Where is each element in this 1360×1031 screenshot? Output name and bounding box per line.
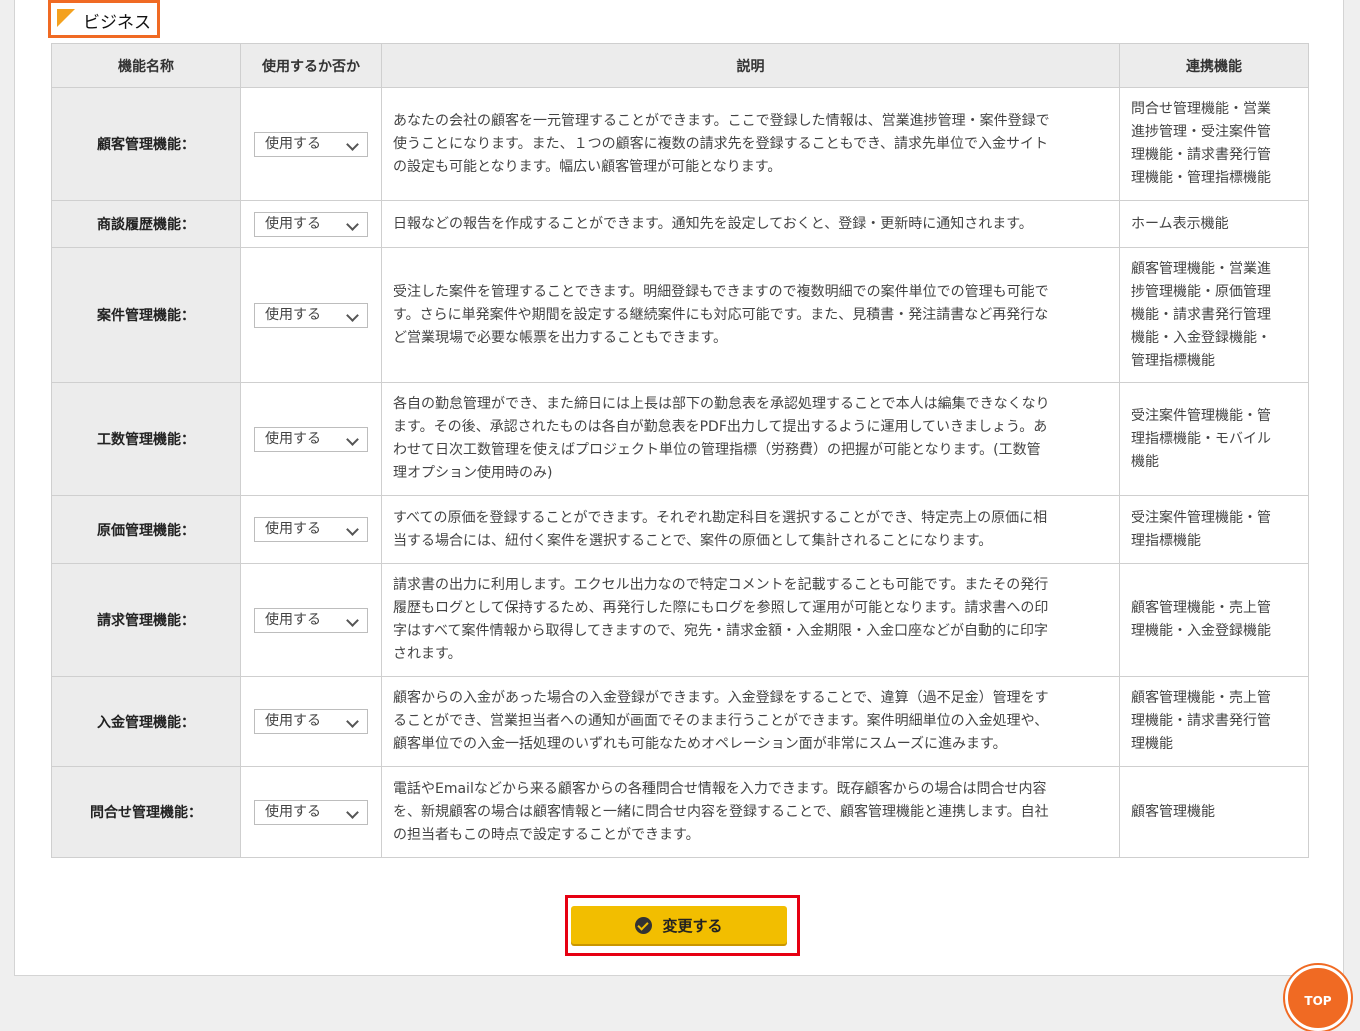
linked-features: 問合せ管理機能・営業 進捗管理・受注案件管 理機能・請求書発行管 理機能・管理指標機能 bbox=[1119, 87, 1309, 201]
use-select[interactable]: 使用する bbox=[254, 426, 368, 452]
table-row: 問合せ管理機能： 使用する 電話やEmailなどから来る顧客からの各種問合せ情報… bbox=[51, 766, 1309, 858]
use-select-value: 使用する bbox=[265, 306, 321, 323]
use-select[interactable]: 使用する bbox=[254, 517, 368, 542]
change-button-label: 変更する bbox=[662, 916, 723, 935]
use-select-value: 使用する bbox=[265, 521, 321, 537]
section-heading: ビジネス bbox=[48, 0, 160, 38]
feature-description: 電話やEmailなどから来る顧客からの各種問合せ情報を入力できます。既存顧客から… bbox=[381, 766, 1120, 858]
check-circle-icon bbox=[635, 916, 653, 934]
feature-table: 機能名称 使用するか否か 説明 連携機能 顧客管理機能： 使用する あなたの会社… bbox=[51, 43, 1309, 858]
feature-description: あなたの会社の顧客を一元管理することができます。ここで登録した情報は、営業進捗管… bbox=[381, 87, 1120, 201]
use-select-value: 使用する bbox=[265, 215, 321, 232]
table-row: 案件管理機能： 使用する 受注した案件を管理することできます。明細登録もできます… bbox=[51, 247, 1309, 383]
feature-name: 原価管理機能： bbox=[51, 495, 241, 564]
linked-features: 顧客管理機能・営業進 捗管理機能・原価管理 機能・請求書発行管理 機能・入金登録機能・… bbox=[1119, 247, 1309, 383]
table-row: 顧客管理機能： 使用する あなたの会社の顧客を一元管理することができます。ここで… bbox=[51, 87, 1309, 201]
feature-description: 請求書の出力に利用します。エクセル出力なので特定コメントを記載することも可能です… bbox=[381, 563, 1120, 677]
scroll-top-button[interactable]: TOP bbox=[1285, 965, 1351, 1031]
linked-features: ホーム表示機能 bbox=[1119, 200, 1309, 248]
feature-description: 日報などの報告を作成することができます。通知先を設定しておくと、登録・更新時に通… bbox=[381, 200, 1120, 248]
chevron-down-icon bbox=[346, 613, 359, 627]
table-header-row: 機能名称 使用するか否か 説明 連携機能 bbox=[51, 43, 1309, 88]
linked-features: 顧客管理機能・売上管 理機能・入金登録機能 bbox=[1119, 563, 1309, 677]
feature-description: すべての原価を登録することができます。それぞれ勘定科目を選択することができ、特定… bbox=[381, 495, 1120, 564]
use-select[interactable]: 使用する bbox=[254, 131, 368, 157]
header-use: 使用するか否か bbox=[240, 43, 382, 88]
linked-features: 顧客管理機能 bbox=[1119, 766, 1309, 858]
change-button[interactable]: 変更する bbox=[571, 906, 787, 944]
feature-name: 商談履歴機能： bbox=[51, 200, 241, 248]
header-description: 説明 bbox=[381, 43, 1120, 88]
feature-name: 工数管理機能： bbox=[51, 382, 241, 496]
use-select-value: 使用する bbox=[265, 611, 321, 628]
feature-name: 請求管理機能： bbox=[51, 563, 241, 677]
chevron-down-icon bbox=[346, 217, 359, 231]
feature-name: 問合せ管理機能： bbox=[51, 766, 241, 858]
header-linked-features: 連携機能 bbox=[1119, 43, 1309, 88]
header-feature-name: 機能名称 bbox=[51, 43, 241, 88]
use-select[interactable]: 使用する bbox=[254, 302, 368, 328]
table-row: 工数管理機能： 使用する 各自の勤怠管理ができ、また締日には上長は部下の勤怠表を… bbox=[51, 382, 1309, 496]
section-title: ビジネス bbox=[83, 13, 151, 33]
chevron-down-icon bbox=[346, 308, 359, 322]
chevron-down-icon bbox=[346, 715, 359, 728]
feature-description: 顧客からの入金があった場合の入金登録ができます。入金登録をすることで、違算（過不… bbox=[381, 676, 1120, 767]
linked-features: 顧客管理機能・売上管 理機能・請求書発行管 理機能 bbox=[1119, 676, 1309, 767]
feature-name: 案件管理機能： bbox=[51, 247, 241, 383]
use-select-value: 使用する bbox=[265, 430, 321, 447]
linked-features: 受注案件管理機能・管 理指標機能 bbox=[1119, 495, 1309, 564]
use-select-value: 使用する bbox=[265, 803, 321, 820]
chevron-down-icon bbox=[346, 805, 359, 819]
use-select[interactable]: 使用する bbox=[254, 709, 368, 734]
feature-name: 顧客管理機能： bbox=[51, 87, 241, 201]
table-row: 請求管理機能： 使用する 請求書の出力に利用します。エクセル出力なので特定コメン… bbox=[51, 563, 1309, 677]
corner-flag-icon bbox=[57, 9, 75, 27]
use-select-value: 使用する bbox=[265, 135, 321, 152]
scroll-top-label: TOP bbox=[1304, 994, 1332, 1008]
feature-description: 各自の勤怠管理ができ、また締日には上長は部下の勤怠表を承認処理することで本人は編… bbox=[381, 382, 1120, 496]
table-row: 入金管理機能： 使用する 顧客からの入金があった場合の入金登録ができます。入金登… bbox=[51, 676, 1309, 767]
linked-features: 受注案件管理機能・管 理指標機能・モバイル 機能 bbox=[1119, 382, 1309, 496]
table-row: 商談履歴機能： 使用する 日報などの報告を作成することができます。通知先を設定し… bbox=[51, 200, 1309, 248]
feature-name: 入金管理機能： bbox=[51, 676, 241, 767]
chevron-down-icon bbox=[346, 523, 359, 536]
use-select[interactable]: 使用する bbox=[254, 211, 368, 237]
table-row: 原価管理機能： 使用する すべての原価を登録することができます。それぞれ勘定科目… bbox=[51, 495, 1309, 564]
use-select[interactable]: 使用する bbox=[254, 799, 368, 825]
use-select[interactable]: 使用する bbox=[254, 607, 368, 633]
feature-description: 受注した案件を管理することできます。明細登録もできますので複数明細での案件単位で… bbox=[381, 247, 1120, 383]
chevron-down-icon bbox=[346, 137, 359, 151]
chevron-down-icon bbox=[346, 432, 359, 446]
use-select-value: 使用する bbox=[265, 713, 321, 729]
